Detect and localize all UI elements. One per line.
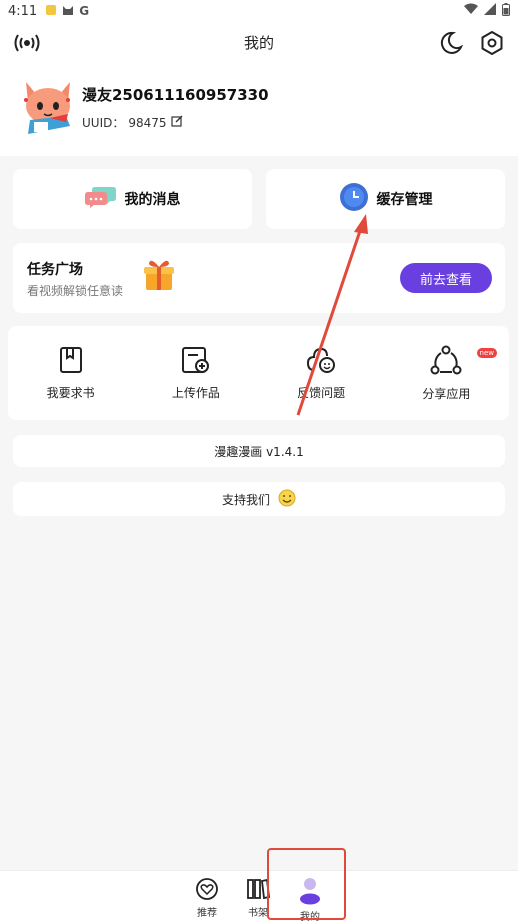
username: 漫友250611160957330: [82, 86, 269, 104]
grid-item-upload[interactable]: 上传作品: [133, 326, 258, 420]
status-time: 4:11: [8, 3, 38, 19]
task-title: 任务广场: [27, 262, 83, 278]
google-icon: G: [79, 4, 90, 18]
avatar[interactable]: [20, 76, 76, 138]
new-badge: new: [476, 348, 497, 358]
profile-header: 我的 漫友250611160957330 UUID： 98475: [0, 22, 518, 156]
uuid-row: UUID： 98475: [82, 114, 183, 131]
bottom-navigation: 推荐 书架 我的: [0, 870, 518, 921]
feedback-icon: [306, 346, 336, 378]
grid-item-feedback[interactable]: 反馈问题: [259, 326, 384, 420]
support-row[interactable]: 支持我们: [13, 482, 505, 516]
edit-icon[interactable]: [170, 115, 183, 130]
version-row[interactable]: 漫趣漫画 v1.4.1: [13, 435, 505, 467]
messages-label: 我的消息: [124, 192, 181, 208]
wifi-icon: [464, 3, 478, 19]
function-grid: 我要求书 上传作品 反馈问题 new 分享应用: [8, 326, 509, 420]
grid-item-share[interactable]: new 分享应用: [384, 326, 509, 420]
heart-icon: [195, 877, 219, 904]
grid-label: 分享应用: [422, 386, 471, 401]
tab-label: 推荐: [197, 908, 217, 919]
gift-icon: [143, 257, 175, 295]
goto-button[interactable]: 前去查看: [400, 263, 492, 293]
signal-icon: [484, 3, 496, 19]
notification-icon: [45, 4, 57, 19]
uuid-label: UUID：: [82, 116, 125, 130]
uuid-value: 98475: [128, 115, 167, 130]
share-icon: [430, 345, 462, 379]
clock-icon: [339, 182, 369, 216]
settings-icon[interactable]: [477, 28, 507, 58]
cache-management-card[interactable]: 缓存管理: [266, 169, 505, 229]
version-text: 漫趣漫画 v1.4.1: [214, 444, 304, 459]
grid-item-request-book[interactable]: 我要求书: [8, 326, 133, 420]
night-mode-icon[interactable]: [436, 28, 466, 58]
book-icon: [58, 346, 84, 378]
cat-icon: [62, 4, 74, 19]
smile-icon: [278, 489, 296, 510]
messages-card[interactable]: 我的消息: [13, 169, 252, 229]
user-profile[interactable]: 漫友250611160957330 UUID： 98475: [20, 76, 500, 140]
task-plaza-card[interactable]: 任务广场 看视频解锁任意读 前去查看: [13, 243, 505, 313]
upload-icon: [181, 346, 211, 378]
tab-label: 书架: [248, 908, 268, 919]
grid-label: 上传作品: [171, 385, 220, 400]
chat-bubbles-icon: [84, 185, 117, 213]
battery-icon: [502, 2, 510, 20]
status-bar: 4:11 G: [0, 0, 518, 22]
tab-recommend[interactable]: 推荐: [192, 877, 222, 919]
grid-label: 我要求书: [46, 385, 95, 400]
highlight-box: [267, 848, 346, 920]
grid-label: 反馈问题: [297, 385, 346, 400]
task-subtitle: 看视频解锁任意读: [27, 284, 124, 298]
support-text: 支持我们: [221, 492, 270, 507]
cache-label: 缓存管理: [376, 192, 433, 208]
